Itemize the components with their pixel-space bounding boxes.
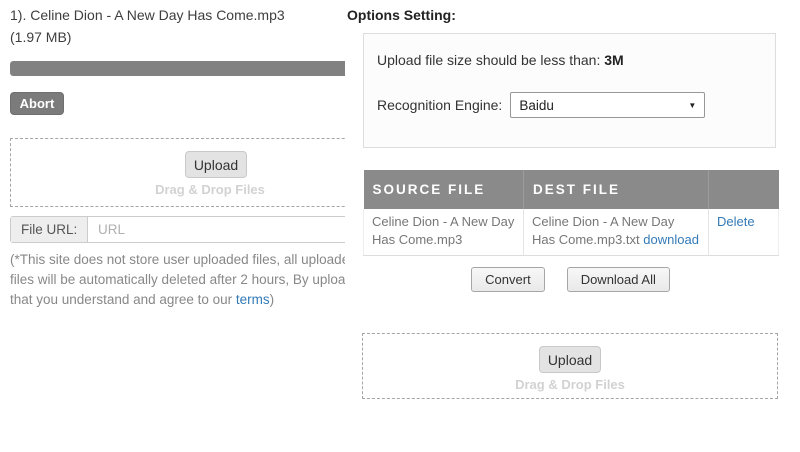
convert-button[interactable]: Convert: [471, 267, 545, 292]
uploaded-file-title: 1). Celine Dion - A New Day Has Come.mp3: [10, 7, 285, 23]
upload-column: 1). Celine Dion - A New Day Has Come.mp3…: [0, 0, 350, 452]
table-row: Celine Dion - A New Day Has Come.mp3 Cel…: [364, 209, 779, 256]
options-panel: Upload file size should be less than: 3M…: [363, 33, 776, 148]
recognition-engine-select[interactable]: Baidu ▼: [510, 92, 705, 118]
disclaimer-line-3: that you understand and agree to our ter…: [10, 290, 350, 310]
file-url-input[interactable]: [88, 217, 350, 242]
options-column: Options Setting: Upload file size should…: [345, 0, 800, 452]
drag-drop-zone-left[interactable]: Upload Drag & Drop Files: [10, 138, 350, 207]
size-limit-text: Upload file size should be less than: 3M: [377, 52, 624, 68]
conversion-results-table: SOURCE FILE DEST FILE Celine Dion - A Ne…: [363, 170, 779, 256]
action-button-row: Convert Download All: [363, 267, 778, 292]
disclaimer-line-1: (*This site does not store user uploaded…: [10, 250, 350, 270]
drag-drop-zone-bottom[interactable]: Upload Drag & Drop Files: [362, 333, 778, 399]
dest-file-cell: Celine Dion - A New Day Has Come.mp3.txt…: [524, 209, 709, 256]
disclaimer-text: (*This site does not store user uploaded…: [10, 250, 350, 310]
download-all-button[interactable]: Download All: [567, 267, 670, 292]
download-link[interactable]: download: [643, 232, 699, 247]
file-url-label: File URL:: [11, 217, 88, 242]
source-file-cell: Celine Dion - A New Day Has Come.mp3: [364, 209, 524, 256]
delete-link[interactable]: Delete: [717, 214, 755, 229]
header-actions: [709, 170, 779, 209]
header-dest-file: DEST FILE: [524, 170, 709, 209]
recognition-engine-label: Recognition Engine:: [377, 97, 502, 113]
upload-button-bottom[interactable]: Upload: [539, 346, 601, 373]
size-limit-value: 3M: [604, 52, 623, 68]
upload-progress-bar: [10, 61, 350, 76]
delete-cell: Delete: [709, 209, 779, 256]
upload-button-left[interactable]: Upload: [185, 151, 247, 178]
terms-link[interactable]: terms: [236, 292, 270, 307]
abort-button[interactable]: Abort: [10, 92, 64, 115]
header-source-file: SOURCE FILE: [364, 170, 524, 209]
drag-drop-hint-left: Drag & Drop Files: [11, 182, 350, 197]
table-header-row: SOURCE FILE DEST FILE: [364, 170, 779, 209]
upload-progress-fill: [10, 61, 350, 76]
page: 1). Celine Dion - A New Day Has Come.mp3…: [0, 0, 800, 452]
file-url-group: File URL:: [10, 216, 350, 243]
drag-drop-hint-bottom: Drag & Drop Files: [363, 377, 777, 392]
options-setting-heading: Options Setting:: [347, 7, 456, 23]
disclaimer-line-2: files will be automatically deleted afte…: [10, 270, 350, 290]
recognition-engine-row: Recognition Engine: Baidu ▼: [377, 92, 705, 118]
uploaded-file-size: (1.97 MB): [10, 29, 71, 45]
dropdown-arrow-icon: ▼: [688, 101, 696, 110]
recognition-engine-selected-value: Baidu: [519, 98, 554, 113]
